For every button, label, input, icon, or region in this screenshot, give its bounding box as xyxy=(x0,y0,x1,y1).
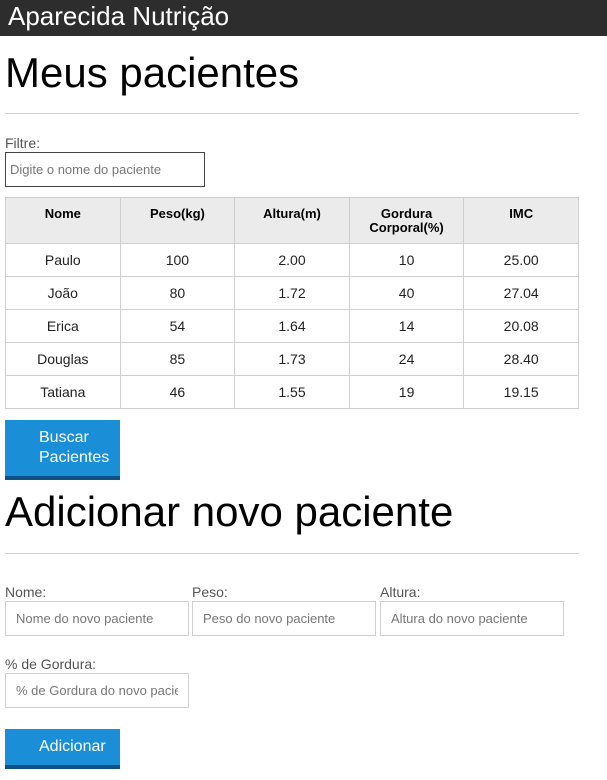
cell-imc: 20.08 xyxy=(463,309,579,343)
app-title: Aparecida Nutrição xyxy=(8,1,230,31)
table-row[interactable]: Douglas 85 1.73 24 28.40 xyxy=(5,342,579,376)
fat-label: % de Gordura: xyxy=(5,656,97,672)
cell-name: Tatiana xyxy=(5,375,121,409)
name-label: Nome: xyxy=(5,584,47,600)
cell-imc: 27.04 xyxy=(463,276,579,310)
cell-height: 1.73 xyxy=(234,342,350,376)
name-field[interactable] xyxy=(5,601,189,636)
height-label: Altura: xyxy=(380,584,421,600)
page-title: Meus pacientes xyxy=(5,49,300,96)
cell-imc: 19.15 xyxy=(463,375,579,409)
app-header: Aparecida Nutrição xyxy=(0,0,607,36)
column-header-fat: Gordura Corporal(%) xyxy=(348,197,465,244)
column-header-height: Altura(m) xyxy=(234,197,350,244)
search-button-label-line2: Pacientes xyxy=(39,449,110,466)
column-header-imc: IMC xyxy=(463,197,579,244)
table-header-row: Nome Peso(kg) Altura(m) Gordura Corporal… xyxy=(5,197,579,244)
cell-fat: 14 xyxy=(348,309,465,343)
table-row[interactable]: João 80 1.72 40 27.04 xyxy=(5,276,579,310)
divider xyxy=(5,553,579,554)
cell-imc: 28.40 xyxy=(463,342,579,376)
cell-fat: 24 xyxy=(348,342,465,376)
search-button-label-line1: Buscar xyxy=(39,429,89,446)
add-patient-button[interactable]: Adicionar xyxy=(5,729,120,769)
cell-height: 1.55 xyxy=(234,375,350,409)
divider xyxy=(5,113,579,114)
table-row[interactable]: Tatiana 46 1.55 19 19.15 xyxy=(5,375,579,409)
table-row[interactable]: Paulo 100 2.00 10 25.00 xyxy=(5,243,579,277)
patients-table: Nome Peso(kg) Altura(m) Gordura Corporal… xyxy=(5,197,579,409)
filter-input[interactable] xyxy=(5,152,205,187)
column-header-weight: Peso(kg) xyxy=(119,197,236,244)
height-field[interactable] xyxy=(380,601,564,636)
weight-label: Peso: xyxy=(192,584,228,600)
search-patients-button[interactable]: Buscar Pacientes xyxy=(5,420,120,480)
add-section-title: Adicionar novo paciente xyxy=(5,488,454,535)
cell-height: 1.64 xyxy=(234,309,350,343)
filter-label: Filtre: xyxy=(5,135,40,151)
cell-name: Paulo xyxy=(5,243,121,277)
cell-weight: 46 xyxy=(119,375,236,409)
weight-field[interactable] xyxy=(192,601,376,636)
cell-name: João xyxy=(5,276,121,310)
cell-fat: 10 xyxy=(348,243,465,277)
cell-height: 1.72 xyxy=(234,276,350,310)
cell-height: 2.00 xyxy=(234,243,350,277)
cell-weight: 80 xyxy=(119,276,236,310)
cell-imc: 25.00 xyxy=(463,243,579,277)
cell-fat: 19 xyxy=(348,375,465,409)
cell-weight: 54 xyxy=(119,309,236,343)
cell-name: Erica xyxy=(5,309,121,343)
cell-weight: 85 xyxy=(119,342,236,376)
table-row[interactable]: Erica 54 1.64 14 20.08 xyxy=(5,309,579,343)
cell-fat: 40 xyxy=(348,276,465,310)
cell-name: Douglas xyxy=(5,342,121,376)
cell-weight: 100 xyxy=(119,243,236,277)
fat-field[interactable] xyxy=(5,673,189,708)
column-header-name: Nome xyxy=(5,197,121,244)
